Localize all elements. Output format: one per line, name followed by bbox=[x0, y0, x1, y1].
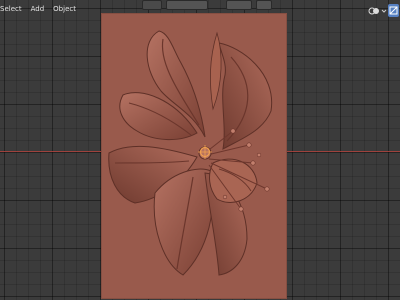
pivot-point-dropdown[interactable] bbox=[166, 0, 208, 10]
viewport-header: Select Add Object bbox=[0, 0, 400, 20]
header-widgets bbox=[142, 0, 272, 10]
overlays-icon bbox=[368, 7, 379, 15]
petal-bottom bbox=[153, 168, 214, 276]
transform-orientation-dropdown[interactable] bbox=[142, 0, 162, 10]
gizmo-toggle-button[interactable] bbox=[388, 4, 399, 17]
proportional-editing-toggle[interactable] bbox=[256, 0, 272, 10]
flower-relief-render bbox=[108, 30, 273, 276]
overlays-button[interactable] bbox=[366, 4, 388, 18]
gizmo-icon bbox=[389, 6, 398, 15]
chevron-down-icon bbox=[381, 9, 386, 13]
object-origin-icon bbox=[198, 145, 212, 159]
menu-object[interactable]: Object bbox=[53, 5, 76, 13]
petal-upper-right bbox=[218, 42, 273, 150]
menu-select[interactable]: Select bbox=[0, 5, 22, 13]
flower-relief-model[interactable] bbox=[101, 13, 287, 299]
header-menu: Select Add Object bbox=[0, 5, 76, 13]
snapping-toggle[interactable] bbox=[226, 0, 252, 10]
menu-add[interactable]: Add bbox=[31, 5, 45, 13]
3d-viewport[interactable] bbox=[0, 0, 400, 300]
